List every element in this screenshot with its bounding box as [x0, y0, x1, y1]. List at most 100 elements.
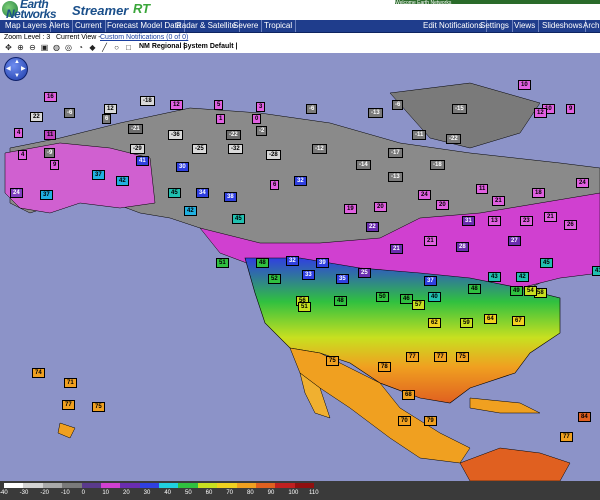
temperature-marker[interactable]: 41: [592, 266, 600, 276]
temperature-marker[interactable]: 42: [116, 176, 129, 186]
temperature-marker[interactable]: 32: [294, 176, 307, 186]
temperature-marker[interactable]: 46: [400, 294, 413, 304]
temperature-marker[interactable]: 1: [216, 114, 226, 124]
temperature-marker[interactable]: -17: [388, 148, 403, 158]
temperature-marker[interactable]: 21: [424, 236, 437, 246]
temperature-marker[interactable]: -6: [64, 108, 76, 118]
temperature-marker[interactable]: 37: [40, 190, 53, 200]
temperature-marker[interactable]: 22: [366, 222, 379, 232]
temperature-marker[interactable]: 24: [576, 178, 589, 188]
temperature-marker[interactable]: -2: [256, 126, 268, 136]
temperature-marker[interactable]: 77: [434, 352, 447, 362]
temperature-marker[interactable]: -13: [388, 172, 403, 182]
pan-down-icon[interactable]: ▼: [14, 73, 20, 79]
temperature-marker[interactable]: 33: [302, 270, 315, 280]
temperature-marker[interactable]: 45: [540, 258, 553, 268]
system-default-view[interactable]: System Default |: [183, 43, 237, 50]
temperature-marker[interactable]: 79: [424, 416, 437, 426]
temperature-marker[interactable]: 37: [92, 170, 105, 180]
temperature-marker[interactable]: -22: [226, 130, 241, 140]
temperature-marker[interactable]: 26: [564, 220, 577, 230]
temperature-marker[interactable]: -36: [168, 130, 183, 140]
temperature-marker[interactable]: 77: [406, 352, 419, 362]
menu-current[interactable]: Current: [72, 20, 106, 32]
temperature-marker[interactable]: 25: [358, 268, 371, 278]
temperature-marker[interactable]: 75: [456, 352, 469, 362]
temperature-marker[interactable]: -18: [430, 160, 445, 170]
zoom-out-icon[interactable]: ⊖: [28, 43, 37, 52]
temperature-marker[interactable]: 21: [390, 244, 403, 254]
temperature-marker[interactable]: 32: [286, 256, 299, 266]
temperature-marker[interactable]: -32: [228, 144, 243, 154]
map-pan-control[interactable]: ▲ ▼ ◀ ▶: [4, 57, 28, 81]
menu-settings[interactable]: Settings: [477, 20, 513, 32]
temperature-marker[interactable]: -29: [130, 144, 145, 154]
temperature-marker[interactable]: 51: [298, 302, 311, 312]
temperature-marker[interactable]: 28: [456, 242, 469, 252]
temperature-marker[interactable]: 48: [256, 258, 269, 268]
zoom-in-icon[interactable]: ⊕: [16, 43, 25, 52]
temperature-marker[interactable]: 67: [512, 316, 525, 326]
line-icon[interactable]: ╱: [100, 43, 109, 52]
temperature-marker[interactable]: 9: [566, 104, 576, 114]
temperature-marker[interactable]: 4: [18, 150, 28, 160]
temperature-marker[interactable]: 59: [460, 318, 473, 328]
temperature-marker[interactable]: 27: [508, 236, 521, 246]
temperature-marker[interactable]: 78: [378, 362, 391, 372]
temperature-marker[interactable]: 75: [92, 402, 105, 412]
temperature-marker[interactable]: 54: [524, 286, 537, 296]
temperature-marker[interactable]: 6: [270, 180, 280, 190]
zoom-box-icon[interactable]: ▣: [40, 43, 49, 52]
weather-map[interactable]: ▲ ▼ ◀ ▶ 16 12 -18 12 5 3 22 -6 6 -21 1 0 4 11 -36 -22 -2…: [0, 53, 600, 481]
temperature-marker[interactable]: 9: [50, 160, 60, 170]
temperature-marker[interactable]: 62: [428, 318, 441, 328]
temperature-marker[interactable]: 68: [402, 390, 415, 400]
temperature-marker[interactable]: 12: [534, 108, 547, 118]
temperature-marker[interactable]: 24: [10, 188, 23, 198]
temperature-marker[interactable]: 51: [216, 258, 229, 268]
temperature-marker[interactable]: 45: [168, 188, 181, 198]
temperature-marker[interactable]: 52: [268, 274, 281, 284]
menu-archive[interactable]: Arch: [580, 20, 600, 32]
menu-views[interactable]: Views: [511, 20, 540, 32]
temperature-marker[interactable]: 84: [578, 412, 591, 422]
temperature-marker[interactable]: 39: [316, 258, 329, 268]
temperature-marker[interactable]: 71: [64, 378, 77, 388]
temperature-marker[interactable]: 42: [184, 206, 197, 216]
menu-map-layers[interactable]: Map Layers: [2, 20, 51, 32]
temperature-marker[interactable]: -22: [446, 134, 461, 144]
temperature-marker[interactable]: 64: [484, 314, 497, 324]
temperature-marker[interactable]: 3: [256, 102, 266, 112]
temperature-marker[interactable]: 31: [462, 216, 475, 226]
temperature-marker[interactable]: 10: [518, 80, 531, 90]
temperature-marker[interactable]: -11: [412, 130, 427, 140]
temperature-marker[interactable]: -6: [306, 104, 318, 114]
temperature-marker[interactable]: 18: [532, 188, 545, 198]
temperature-marker[interactable]: 21: [492, 196, 505, 206]
temperature-marker[interactable]: 16: [44, 92, 57, 102]
temperature-marker[interactable]: -13: [368, 108, 383, 118]
temperature-marker[interactable]: 12: [170, 100, 183, 110]
temperature-marker[interactable]: 74: [32, 368, 45, 378]
temperature-marker[interactable]: 38: [224, 192, 237, 202]
temperature-marker[interactable]: 45: [232, 214, 245, 224]
temperature-marker[interactable]: 34: [196, 188, 209, 198]
temperature-marker[interactable]: 40: [428, 292, 441, 302]
temperature-marker[interactable]: 57: [412, 300, 425, 310]
pan-left-icon[interactable]: ◀: [6, 66, 11, 72]
temperature-marker[interactable]: 70: [398, 416, 411, 426]
temperature-marker[interactable]: 77: [560, 432, 573, 442]
temperature-marker[interactable]: 35: [336, 274, 349, 284]
custom-notifications-link[interactable]: Custom Notifications (0 of 0): [100, 33, 188, 42]
temperature-marker[interactable]: 42: [516, 272, 529, 282]
temperature-marker[interactable]: 75: [326, 356, 339, 366]
temperature-marker[interactable]: -12: [312, 144, 327, 154]
temperature-marker[interactable]: 37: [424, 276, 437, 286]
temperature-marker[interactable]: 13: [488, 216, 501, 226]
temperature-marker[interactable]: -6: [392, 100, 404, 110]
circle-icon[interactable]: ○: [112, 43, 121, 52]
temperature-marker[interactable]: 20: [436, 200, 449, 210]
temperature-marker[interactable]: -14: [356, 160, 371, 170]
compass-icon[interactable]: ◎: [64, 43, 73, 52]
menu-alerts[interactable]: Alerts: [46, 20, 74, 32]
